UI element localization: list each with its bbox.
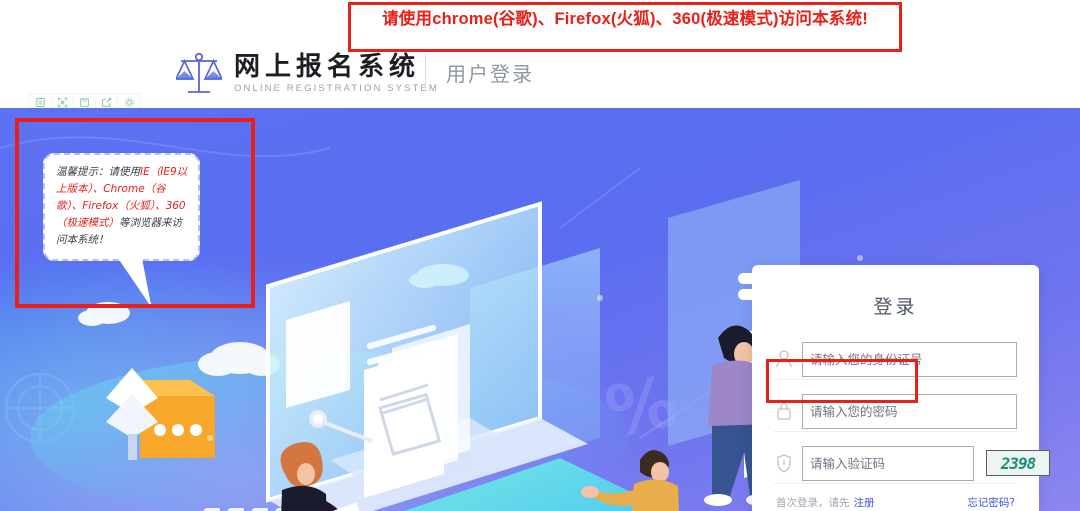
site-title-en: ONLINE REGISTRATION SYSTEM <box>234 83 439 95</box>
login-helper-row: 首次登录，请先 注册 忘记密码? <box>752 495 1039 510</box>
header-subtitle: 用户登录 <box>446 62 534 86</box>
captcha-image[interactable]: 2398 <box>986 450 1050 476</box>
id-number-row <box>774 339 1017 380</box>
login-panel: 登录 请输入您的身份证号 请输入验证码 2398 首次登录，请先 注册 忘记密码… <box>738 265 1050 511</box>
captcha-input[interactable] <box>802 445 974 481</box>
password-input[interactable] <box>802 393 1017 429</box>
captcha-row: 2398 <box>774 443 1050 484</box>
login-title: 登录 <box>873 296 918 318</box>
page-root: 网上报名系统 ONLINE REGISTRATION SYSTEM 用户登录 请… <box>0 0 1080 511</box>
browser-tip-tooltip: 温馨提示：请使用IE（IE9以上版本）、Chrome（谷歌）、Firefox（火… <box>43 153 200 306</box>
forgot-password-link[interactable]: 忘记密码? <box>967 495 1015 510</box>
tooltip-tail <box>112 248 152 306</box>
browser-requirement-banner: 请使用chrome(谷歌)、Firefox(火狐)、360(极速模式)访问本系统… <box>348 2 902 52</box>
register-prompt-group: 首次登录，请先 注册 <box>776 495 875 510</box>
browser-requirement-text: 请使用chrome(谷歌)、Firefox(火狐)、360(极速模式)访问本系统… <box>382 10 868 28</box>
register-link[interactable]: 注册 <box>854 495 875 510</box>
scales-of-justice-icon <box>176 52 222 93</box>
tooltip-text: 温馨提示：请使用IE（IE9以上版本）、Chrome（谷歌）、Firefox（火… <box>56 164 188 249</box>
user-icon <box>776 350 792 368</box>
panel-notch-top-1 <box>738 273 764 284</box>
login-field-list: 2398 <box>752 339 1050 484</box>
id-number-input[interactable] <box>802 341 1017 377</box>
shield-icon <box>777 454 791 473</box>
register-prompt-text: 首次登录，请先 <box>776 497 850 509</box>
brand-titles: 网上报名系统 ONLINE REGISTRATION SYSTEM <box>234 54 439 94</box>
panel-notch-top-2 <box>738 289 764 300</box>
tooltip-bubble: 温馨提示：请使用IE（IE9以上版本）、Chrome（谷歌）、Firefox（火… <box>43 153 200 261</box>
brand-block: 网上报名系统 ONLINE REGISTRATION SYSTEM <box>176 52 439 96</box>
hero-illustration-area: % 温馨提示：请使用IE（IE9以上版本）、Chrome（谷歌）、Firefox… <box>0 108 1080 511</box>
tooltip-prefix: 温馨提示：请使用 <box>56 166 140 178</box>
password-row <box>774 391 1017 432</box>
lock-icon <box>777 402 791 420</box>
header-divider <box>425 54 426 88</box>
site-title-cn: 网上报名系统 <box>234 52 421 83</box>
